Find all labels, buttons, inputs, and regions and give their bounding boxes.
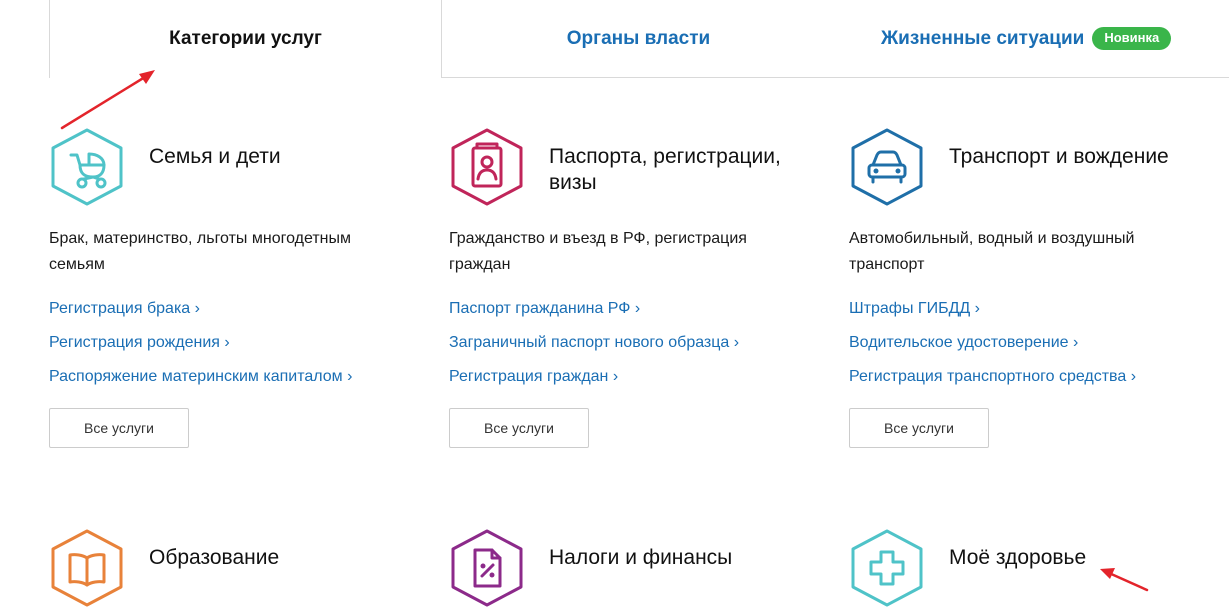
service-link-driver-license[interactable]: Водительское удостоверение ›	[849, 326, 1219, 360]
card-links: Паспорт гражданина РФ › Заграничный пасп…	[449, 292, 819, 394]
card-title[interactable]: Семья и дети	[149, 144, 419, 170]
card-title[interactable]: Транспорт и вождение	[949, 144, 1219, 170]
service-link-marriage-registration[interactable]: Регистрация брака ›	[49, 292, 419, 326]
all-services-button[interactable]: Все услуги	[449, 408, 589, 448]
tab-label: Органы власти	[566, 27, 711, 49]
card-links: Регистрация брака › Регистрация рождения…	[49, 292, 419, 394]
card-title[interactable]: Налоги и финансы	[549, 545, 819, 571]
tab-label: Категории услуг	[169, 28, 322, 49]
tab-service-categories[interactable]: Категории услуг	[49, 0, 442, 78]
service-link-vehicle-registration[interactable]: Регистрация транспортного средства ›	[849, 360, 1219, 394]
category-tabs: Категории услуг Органы власти Жизненные …	[0, 0, 1229, 78]
tab-label: Жизненные ситуации	[881, 27, 1085, 49]
all-services-button[interactable]: Все услуги	[49, 408, 189, 448]
medical-cross-icon[interactable]	[849, 528, 925, 608]
passport-icon[interactable]	[449, 127, 525, 207]
card-description: Гражданство и въезд в РФ, регистрация гр…	[449, 230, 747, 273]
all-services-button[interactable]: Все услуги	[849, 408, 989, 448]
service-link-birth-registration[interactable]: Регистрация рождения ›	[49, 326, 419, 360]
service-link-rf-passport[interactable]: Паспорт гражданина РФ ›	[449, 292, 819, 326]
card-title[interactable]: Моё здоровье	[949, 545, 1219, 571]
service-link-citizen-registration[interactable]: Регистрация граждан ›	[449, 360, 819, 394]
new-badge: Новинка	[1092, 27, 1172, 50]
tab-authorities[interactable]: Органы власти	[441, 0, 836, 77]
tax-document-icon[interactable]	[449, 528, 525, 608]
card-links: Штрафы ГИБДД › Водительское удостоверени…	[849, 292, 1219, 394]
card-description: Брак, материнство, льготы многодетным се…	[49, 230, 351, 273]
tabs-divider	[441, 77, 1229, 78]
card-description: Автомобильный, водный и воздушный трансп…	[849, 230, 1135, 273]
card-title[interactable]: Образование	[149, 545, 419, 571]
car-icon[interactable]	[849, 127, 925, 207]
tab-life-situations[interactable]: Жизненные ситуации Новинка	[836, 0, 1229, 77]
service-link-traffic-fines[interactable]: Штрафы ГИБДД ›	[849, 292, 1219, 326]
service-link-foreign-passport[interactable]: Заграничный паспорт нового образца ›	[449, 326, 819, 360]
service-link-maternity-capital[interactable]: Распоряжение материнским капиталом ›	[49, 360, 419, 394]
book-icon[interactable]	[49, 528, 125, 608]
card-title[interactable]: Паспорта, регистрации, визы	[549, 144, 819, 196]
stroller-icon[interactable]	[49, 127, 125, 207]
